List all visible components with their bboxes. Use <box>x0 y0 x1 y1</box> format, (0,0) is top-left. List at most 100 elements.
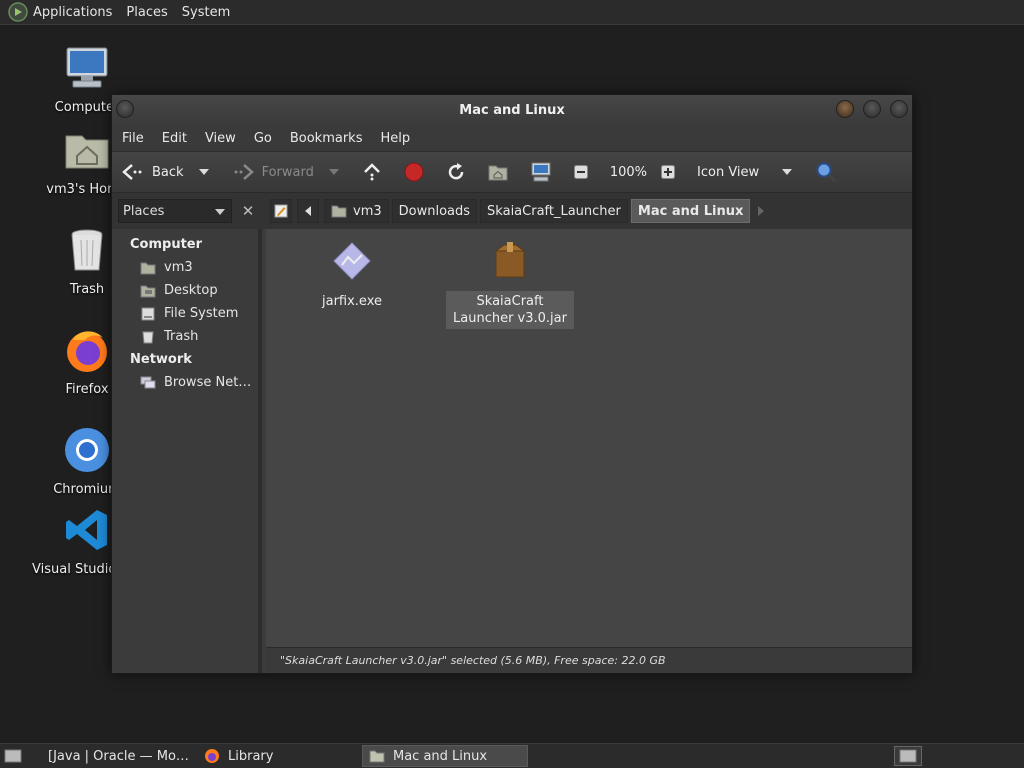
stop-icon <box>404 162 424 182</box>
applications-menu[interactable]: Applications <box>8 2 112 22</box>
system-menu[interactable]: System <box>182 5 230 20</box>
breadcrumb-scroll-left[interactable] <box>297 199 319 223</box>
close-icon: ✕ <box>241 202 255 220</box>
trash-icon <box>71 229 103 271</box>
menu-edit[interactable]: Edit <box>162 131 187 146</box>
file-name: jarfix.exe <box>322 294 382 309</box>
task-label: [Java | Oracle — Mo… <box>48 748 189 764</box>
toolbar: Back Forward 100% Icon View <box>112 151 912 193</box>
trash-icon <box>142 331 154 343</box>
task-label: Library <box>228 748 274 764</box>
jar-archive-icon <box>494 242 526 278</box>
breadcrumb-label: SkaiaCraft_Launcher <box>487 203 621 219</box>
chevron-left-icon <box>305 206 311 216</box>
location-bar: Places ✕ vm3 Downloads SkaiaCraft_Launch… <box>112 193 912 229</box>
maximize-button[interactable] <box>890 100 908 118</box>
chevron-down-icon <box>215 209 225 215</box>
task-java-oracle[interactable]: [Java | Oracle — Mo… <box>34 745 194 767</box>
drive-icon <box>141 307 155 320</box>
chromium-icon <box>65 428 109 472</box>
sidebar-item-trash[interactable]: Trash <box>112 325 258 348</box>
vscode-icon <box>66 510 107 550</box>
menu-help[interactable]: Help <box>380 131 410 146</box>
task-library[interactable]: Library <box>198 745 358 767</box>
bottom-taskbar: [Java | Oracle — Mo… Library Mac and Lin… <box>0 743 1024 768</box>
edit-icon <box>274 204 288 218</box>
stop-button[interactable] <box>404 162 432 182</box>
breadcrumb-label: Mac and Linux <box>637 203 744 219</box>
task-mac-and-linux[interactable]: Mac and Linux <box>362 745 528 767</box>
sidebar-type-label: Places <box>123 203 165 219</box>
close-sidebar-button[interactable]: ✕ <box>238 199 258 223</box>
breadcrumb-mac-and-linux[interactable]: Mac and Linux <box>630 199 751 223</box>
breadcrumb-label: Downloads <box>398 203 471 219</box>
search-icon <box>816 162 837 183</box>
sidebar-item-label: Desktop <box>164 283 218 298</box>
places-menu[interactable]: Places <box>126 5 167 20</box>
breadcrumb-downloads[interactable]: Downloads <box>391 199 478 223</box>
window-titlebar[interactable]: Mac and Linux <box>112 95 912 125</box>
sidebar-item-desktop[interactable]: Desktop <box>112 279 258 302</box>
sidebar-item-file-system[interactable]: File System <box>112 302 258 325</box>
home-button[interactable] <box>488 163 516 181</box>
forward-history-dropdown[interactable] <box>328 168 348 176</box>
desktop-folder-icon <box>140 285 156 297</box>
places-label: Places <box>126 4 168 20</box>
close-button[interactable] <box>836 100 854 118</box>
show-desktop-button[interactable] <box>0 745 26 767</box>
menu-bookmarks[interactable]: Bookmarks <box>290 131 363 146</box>
zoom-level-text: 100% <box>609 164 648 180</box>
menu-view[interactable]: View <box>205 131 236 146</box>
minimize-button[interactable] <box>863 100 881 118</box>
firefox-icon <box>67 331 107 372</box>
sidebar-item-label: Browse Net… <box>164 375 252 390</box>
zoom-in-button[interactable] <box>661 165 683 179</box>
window-menu-button[interactable] <box>116 100 134 118</box>
sidebar-item-label: vm3 <box>164 260 193 275</box>
home-folder-icon <box>331 205 347 218</box>
view-mode-select[interactable]: Icon View <box>697 165 801 180</box>
zoom-out-button[interactable] <box>573 165 596 179</box>
sidebar-heading-computer: Computer <box>130 237 203 252</box>
zoom-level: 100% <box>610 165 647 180</box>
home-folder-icon <box>140 262 156 274</box>
task-label: Mac and Linux <box>393 748 488 764</box>
sidebar-item-browse-network[interactable]: Browse Net… <box>112 371 258 394</box>
search-button[interactable] <box>815 161 845 183</box>
file-view[interactable]: jarfix.exe SkaiaCraft Launcher v3.0.jar <box>266 229 912 647</box>
up-button[interactable] <box>362 162 390 182</box>
forward-button[interactable]: Forward <box>232 163 314 181</box>
home-folder-icon <box>65 135 109 169</box>
dropdown-caret-icon <box>328 169 339 175</box>
status-text: "SkaiaCraft Launcher v3.0.jar" selected … <box>280 654 666 667</box>
computer-button[interactable] <box>530 162 560 182</box>
places-sidebar: Computer vm3 Desktop File System Trash N… <box>112 229 262 673</box>
applications-label: Applications <box>33 4 113 20</box>
breadcrumb-scroll-right[interactable] <box>753 199 769 223</box>
back-history-dropdown[interactable] <box>198 168 218 176</box>
sidebar-item-label: File System <box>164 306 239 321</box>
file-item-skaiacraft-launcher[interactable]: SkaiaCraft Launcher v3.0.jar <box>446 233 574 329</box>
show-desktop-icon <box>4 749 22 763</box>
breadcrumb-label: vm3 <box>353 203 382 219</box>
menu-go[interactable]: Go <box>254 131 272 146</box>
workspace-switcher[interactable] <box>894 746 922 766</box>
zoom-out-icon <box>573 165 588 179</box>
folder-icon <box>369 750 385 763</box>
file-item-jarfix[interactable]: jarfix.exe <box>288 233 416 312</box>
back-button[interactable]: Back <box>122 163 184 181</box>
dropdown-caret-icon <box>782 169 793 175</box>
network-icon <box>140 376 156 388</box>
sidebar-heading-network: Network <box>130 352 192 367</box>
menu-file[interactable]: File <box>122 131 144 146</box>
menubar: File Edit View Go Bookmarks Help <box>112 125 912 151</box>
sidebar-item-vm3[interactable]: vm3 <box>112 256 258 279</box>
reload-icon <box>448 163 464 180</box>
toggle-location-entry-button[interactable] <box>270 199 292 223</box>
forward-label: Forward <box>261 164 314 180</box>
reload-button[interactable] <box>446 162 474 182</box>
sidebar-type-select[interactable]: Places <box>118 199 232 223</box>
status-bar: "SkaiaCraft Launcher v3.0.jar" selected … <box>266 647 912 673</box>
breadcrumb-skaiacraft-launcher[interactable]: SkaiaCraft_Launcher <box>480 199 628 223</box>
breadcrumb-vm3[interactable]: vm3 <box>324 199 389 223</box>
